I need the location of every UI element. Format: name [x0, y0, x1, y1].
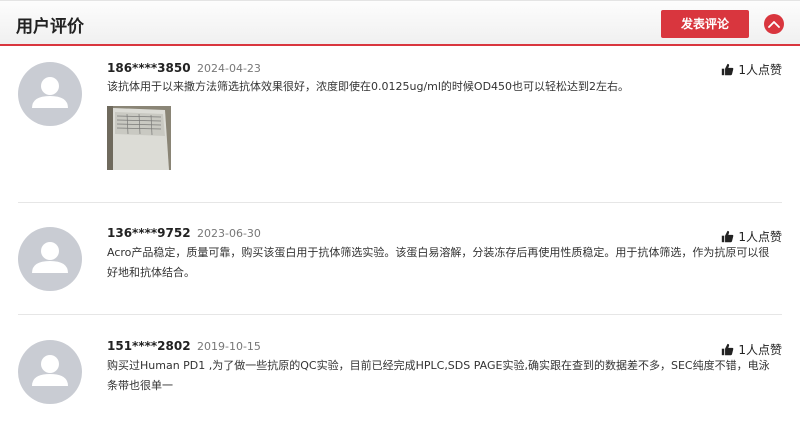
- review-text: 该抗体用于以来撒方法筛选抗体效果很好，浓度即使在0.0125ug/ml的时候OD…: [107, 80, 630, 93]
- user-icon: [32, 77, 68, 108]
- avatar: [18, 62, 82, 126]
- post-review-button[interactable]: 发表评论: [661, 10, 749, 38]
- review-date: 2019-10-15: [197, 340, 261, 353]
- section-title: 用户评价: [16, 17, 84, 37]
- like-button[interactable]: 1人点赞: [721, 61, 782, 78]
- review-divider: [18, 202, 782, 203]
- review-photo[interactable]: [107, 106, 171, 170]
- review-text: 购买过Human PD1 ,为了做一些抗原的QC实验，目前已经完成HPLC,SD…: [107, 359, 770, 392]
- thumbs-up-icon: [722, 63, 734, 76]
- avatar: [18, 340, 82, 404]
- review-text: Acro产品稳定，质量可靠，购买该蛋白用于抗体筛选实验。该蛋白易溶解，分装冻存后…: [107, 246, 770, 279]
- review-username: 186****3850: [107, 61, 191, 75]
- thumbs-up-icon: [722, 343, 734, 356]
- document-photo-icon: [107, 106, 171, 170]
- review-username: 151****2802: [107, 339, 191, 353]
- collapse-button[interactable]: [764, 14, 784, 34]
- chevron-up-icon: [768, 21, 780, 28]
- user-icon: [32, 242, 68, 273]
- review-date: 2024-04-23: [197, 62, 261, 75]
- review-date: 2023-06-30: [197, 227, 261, 240]
- reviews-header: 用户评价 发表评论: [0, 0, 800, 46]
- thumbs-up-icon: [722, 230, 734, 243]
- review-username: 136****9752: [107, 226, 191, 240]
- avatar: [18, 227, 82, 291]
- review-divider: [18, 314, 782, 315]
- user-icon: [32, 355, 68, 386]
- like-count: 1人点赞: [738, 63, 782, 77]
